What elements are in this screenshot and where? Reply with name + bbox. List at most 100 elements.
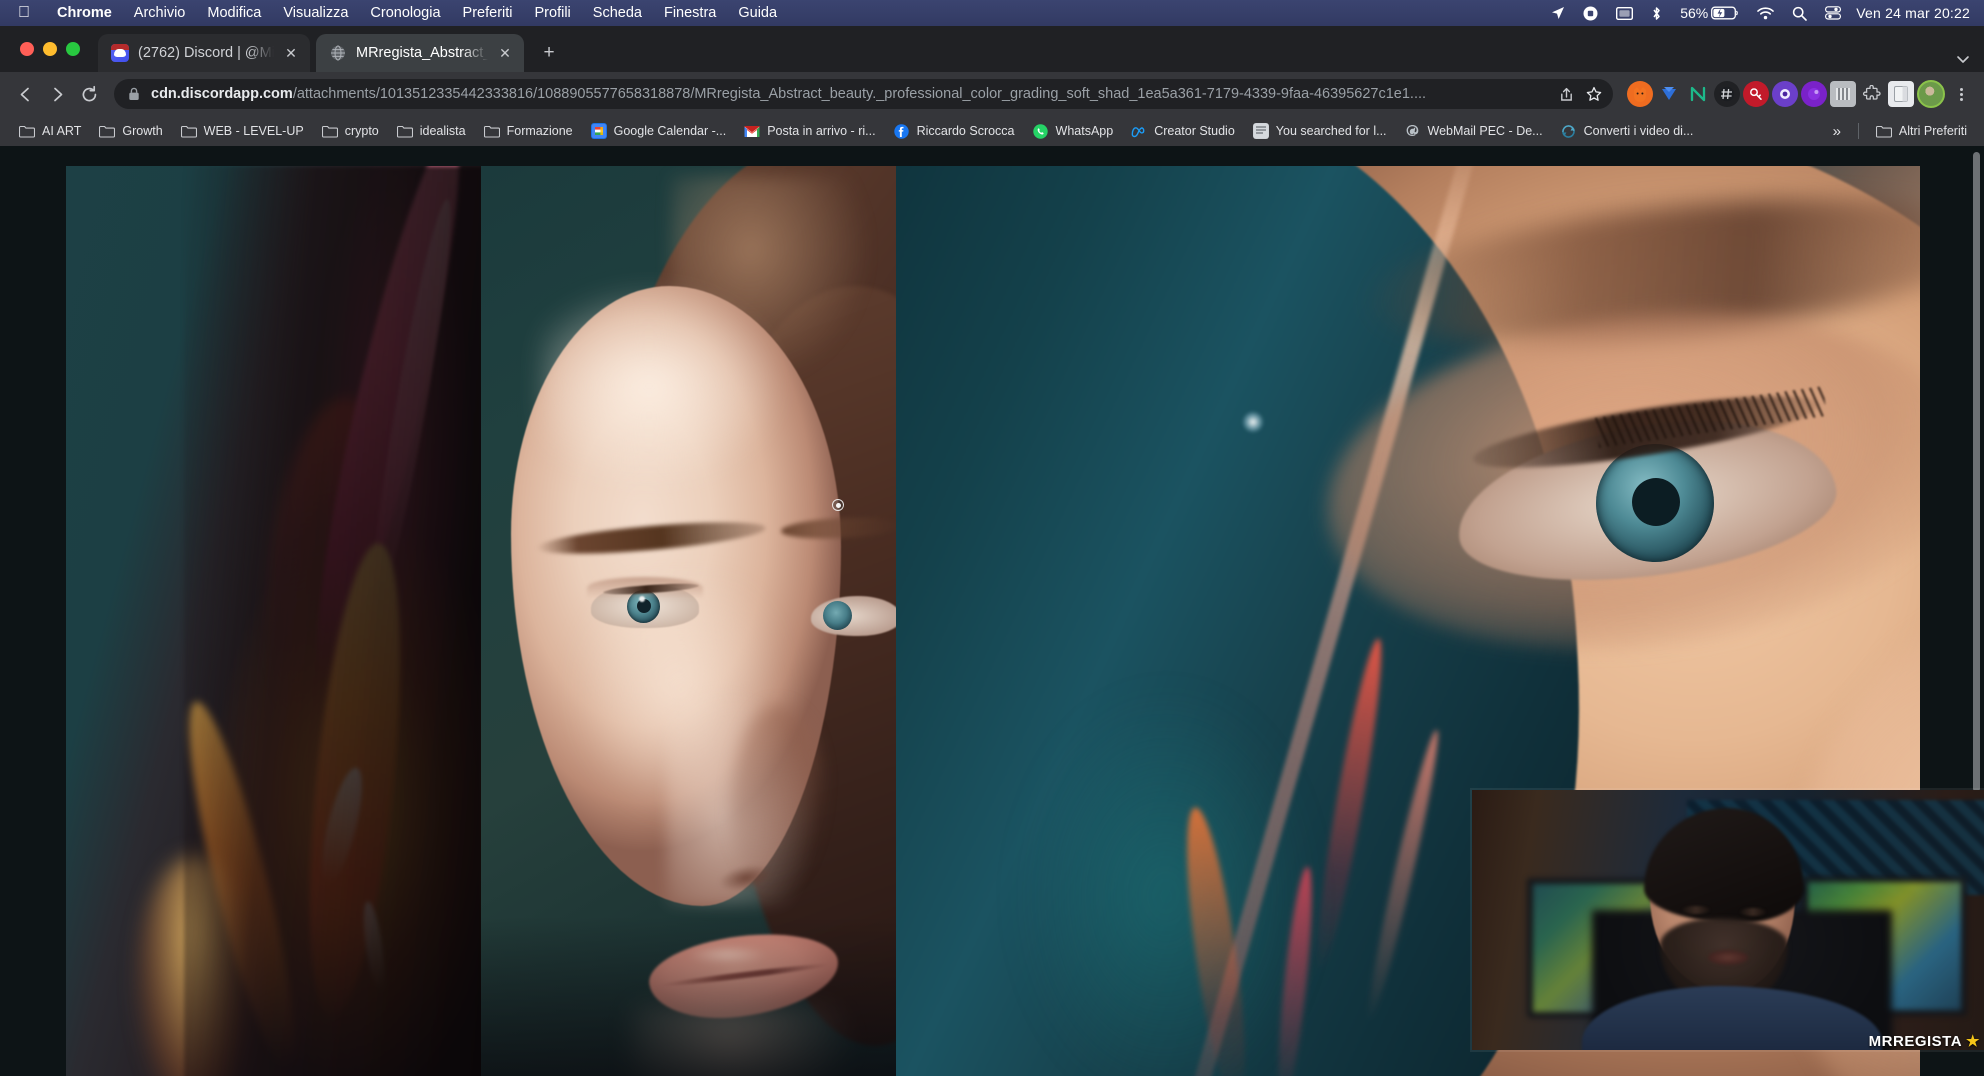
bookmark-ai-art[interactable]: AI ART — [10, 119, 90, 143]
bookmark-converti-video[interactable]: Converti i video di... — [1552, 119, 1703, 143]
bookmark-formazione[interactable]: Formazione — [475, 119, 582, 143]
bookmark-whatsapp[interactable]: WhatsApp — [1024, 119, 1123, 143]
extension-grid-icon[interactable] — [1830, 81, 1856, 107]
bookmark-idealista[interactable]: idealista — [388, 119, 475, 143]
teal-glow — [1016, 686, 1316, 1076]
control-center-icon[interactable] — [1816, 6, 1850, 20]
menu-item-chrome[interactable]: Chrome — [46, 5, 123, 21]
facebook-icon — [894, 123, 910, 139]
globe-icon — [329, 44, 347, 62]
battery-charging-icon[interactable] — [1711, 6, 1748, 20]
bookmark-label: WEB - LEVEL-UP — [204, 124, 304, 138]
bookmark-google-calendar[interactable]: Google Calendar -... — [582, 119, 736, 143]
browser-toolbar: cdn.discordapp.com/attachments/101351233… — [0, 72, 1984, 116]
bookmark-label: crypto — [345, 124, 379, 138]
bookmark-facebook-profile[interactable]: Riccardo Scrocca — [885, 119, 1024, 143]
extension-white-panel-icon[interactable] — [1888, 81, 1914, 107]
tab-search-button[interactable] — [1956, 52, 1984, 72]
kebab-menu-icon[interactable] — [1948, 81, 1974, 107]
webcam-overlay[interactable]: MRREGISTA ★ — [1472, 790, 1984, 1050]
menu-item-guida[interactable]: Guida — [727, 5, 788, 21]
folder-icon — [1876, 123, 1892, 139]
address-bar[interactable]: cdn.discordapp.com/attachments/101351233… — [114, 79, 1613, 109]
light-sparkle — [1242, 411, 1264, 433]
menu-item-modifica[interactable]: Modifica — [196, 5, 272, 21]
battery-percent-label: 56% — [1671, 5, 1711, 21]
macos-menu-bar:  Chrome Archivio Modifica Visualizza Cr… — [0, 0, 1984, 26]
bookmark-you-searched-for[interactable]: You searched for l... — [1244, 119, 1396, 143]
page-icon — [1253, 123, 1269, 139]
menu-item-cronologia[interactable]: Cronologia — [359, 5, 451, 21]
bookmark-label: Creator Studio — [1154, 124, 1235, 138]
eye-left — [591, 584, 699, 628]
close-icon[interactable]: ✕ — [282, 44, 300, 62]
bookmark-label: WebMail PEC - De... — [1428, 124, 1543, 138]
extension-purple-eye-icon[interactable] — [1772, 81, 1798, 107]
tab-midjourney-image[interactable]: MRregista_Abstract_beauty_... ✕ — [316, 34, 524, 72]
menu-item-visualizza[interactable]: Visualizza — [272, 5, 359, 21]
extensions-puzzle-icon[interactable] — [1859, 81, 1885, 107]
menu-bar-clock[interactable]: Ven 24 mar 20:22 — [1850, 5, 1974, 21]
screen-record-icon[interactable] — [1574, 6, 1607, 21]
bookmark-growth[interactable]: Growth — [90, 119, 171, 143]
eye-iris — [823, 601, 852, 630]
new-tab-button[interactable]: + — [534, 38, 564, 68]
extension-blue-icon[interactable] — [1656, 81, 1682, 107]
wifi-icon[interactable] — [1748, 7, 1783, 20]
apple-logo-icon[interactable]:  — [18, 5, 30, 21]
forward-arrow-icon[interactable] — [42, 79, 72, 109]
folder-icon — [322, 123, 338, 139]
close-icon[interactable]: ✕ — [496, 44, 514, 62]
google-calendar-icon — [591, 123, 607, 139]
folder-icon — [397, 123, 413, 139]
extension-dark-icon[interactable] — [1714, 81, 1740, 107]
bookmark-creator-studio[interactable]: Creator Studio — [1122, 119, 1244, 143]
bookmark-crypto[interactable]: crypto — [313, 119, 388, 143]
menu-item-profili[interactable]: Profili — [524, 5, 582, 21]
url-text: cdn.discordapp.com/attachments/101351233… — [151, 86, 1553, 102]
star-icon[interactable] — [1581, 81, 1607, 107]
presenter-eye-right — [1740, 908, 1766, 916]
bookmarks-overflow-button[interactable]: » — [1824, 119, 1850, 143]
whatsapp-icon — [1033, 123, 1049, 139]
tab-strip: (2762) Discord | @Midjourney ✕ MRregista… — [0, 26, 1984, 72]
bluetooth-icon[interactable] — [1642, 6, 1671, 21]
bookmark-label: Google Calendar -... — [614, 124, 727, 138]
search-icon[interactable] — [1783, 6, 1816, 21]
eye-right — [811, 596, 896, 636]
watermark-text: MRREGISTA — [1869, 1033, 1962, 1050]
maximize-window-button[interactable] — [66, 42, 80, 56]
minimize-window-button[interactable] — [43, 42, 57, 56]
bookmark-gmail-inbox[interactable]: Posta in arrivo - ri... — [735, 119, 884, 143]
lock-icon — [128, 87, 142, 101]
menu-item-archivio[interactable]: Archivio — [123, 5, 197, 21]
menu-item-scheda[interactable]: Scheda — [582, 5, 653, 21]
convert-icon — [1561, 123, 1577, 139]
extension-key-icon[interactable] — [1743, 81, 1769, 107]
close-window-button[interactable] — [20, 42, 34, 56]
extensions-row — [1623, 80, 1974, 108]
bookmark-web-level-up[interactable]: WEB - LEVEL-UP — [172, 119, 313, 143]
bookmark-label: Riccardo Scrocca — [917, 124, 1015, 138]
scrollbar-thumb[interactable] — [1973, 152, 1980, 792]
presenter-mouth — [1708, 950, 1748, 965]
screen-mirroring-icon[interactable] — [1607, 7, 1642, 20]
menu-item-preferiti[interactable]: Preferiti — [452, 5, 524, 21]
extension-violet-icon[interactable] — [1801, 81, 1827, 107]
back-arrow-icon[interactable] — [10, 79, 40, 109]
bookmark-other-bookmarks[interactable]: Altri Preferiti — [1867, 119, 1976, 143]
share-icon[interactable] — [1553, 81, 1579, 107]
reload-icon[interactable] — [74, 79, 104, 109]
bookmark-label: AI ART — [42, 124, 81, 138]
location-arrow-icon[interactable] — [1542, 6, 1574, 20]
menu-item-finestra[interactable]: Finestra — [653, 5, 727, 21]
tab-title: (2762) Discord | @Midjourney — [138, 45, 274, 61]
profile-avatar[interactable] — [1917, 80, 1945, 108]
extension-fox-icon[interactable] — [1627, 81, 1653, 107]
channel-watermark: MRREGISTA ★ — [1869, 1032, 1980, 1050]
bookmark-webmail-pec[interactable]: WebMail PEC - De... — [1396, 119, 1552, 143]
bookmark-label: Altri Preferiti — [1899, 124, 1967, 138]
extension-green-n-icon[interactable] — [1685, 81, 1711, 107]
window-traffic-lights — [12, 26, 98, 72]
tab-discord[interactable]: (2762) Discord | @Midjourney ✕ — [98, 34, 310, 72]
